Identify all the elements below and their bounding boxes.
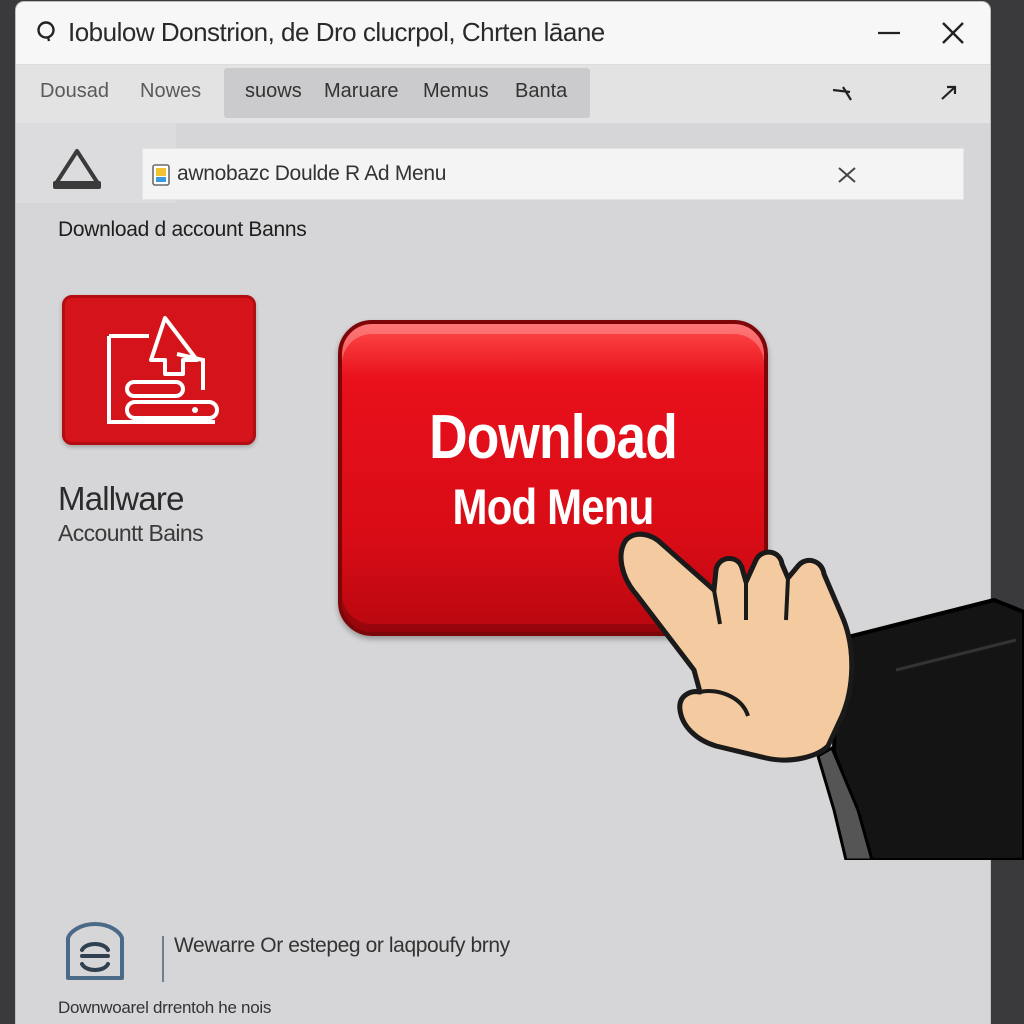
download-app-tile[interactable]: [62, 295, 256, 445]
page-subheading: Download d account Banns: [58, 218, 307, 241]
tab-bar: Dousad Nowes suows Maruare Memus Banta: [16, 65, 990, 123]
search-icon: [37, 21, 55, 42]
warning-triangle-icon[interactable]: [50, 147, 104, 193]
search-value: awnobazc Doulde R Ad Menu: [177, 162, 447, 185]
footer-divider: [162, 936, 164, 982]
title-bar: Iobulow Donstrion, de Dro clucrpol, Chrt…: [16, 2, 990, 65]
shield-icon: [66, 922, 124, 980]
footer-text: Wewarre Or estepeg or laqpoufy brny: [174, 934, 510, 957]
tab-banta[interactable]: Banta: [515, 80, 567, 103]
clear-x-icon[interactable]: [835, 163, 859, 187]
tab-memus[interactable]: Memus: [423, 80, 489, 103]
browser-window: Iobulow Donstrion, de Dro clucrpol, Chrt…: [16, 2, 990, 1024]
search-input[interactable]: awnobazc Doulde R Ad Menu: [142, 148, 964, 200]
tab-dousad[interactable]: Dousad: [40, 80, 109, 103]
close-icon[interactable]: [938, 18, 968, 48]
window-title: Iobulow Donstrion, de Dro clucrpol, Chrt…: [68, 17, 605, 47]
tab-nowes[interactable]: Nowes: [140, 80, 201, 103]
tab-maruare[interactable]: Maruare: [324, 80, 398, 103]
arrow-left-icon[interactable]: [830, 81, 856, 107]
download-button-label-line1: Download: [429, 403, 678, 472]
footer-caption: Downwoarel drrentoh he nois: [58, 998, 272, 1017]
tab-suows[interactable]: suows: [245, 80, 302, 103]
favicon-icon: [152, 164, 170, 186]
warning-title: Mallware: [58, 480, 184, 517]
warning-subtitle: Accountt Bains: [58, 520, 204, 546]
minimize-icon[interactable]: [874, 18, 904, 48]
download-document-icon: [107, 316, 219, 424]
pointing-hand-icon: [618, 531, 1024, 860]
arrow-up-right-icon[interactable]: [936, 81, 962, 107]
